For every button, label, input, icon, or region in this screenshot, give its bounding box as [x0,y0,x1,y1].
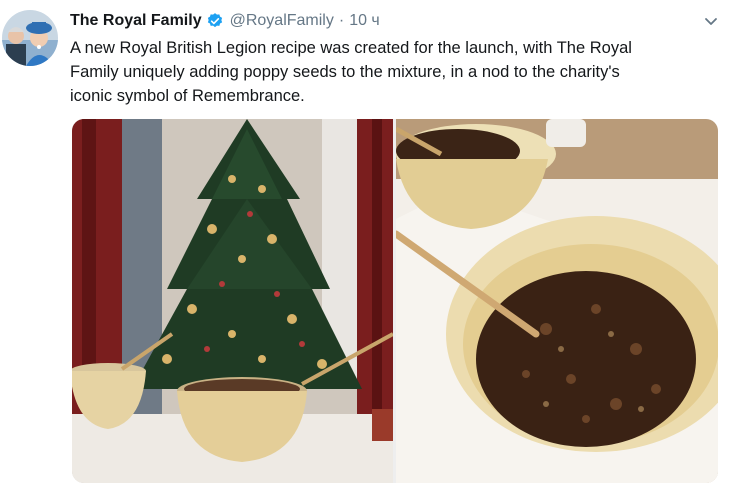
photo-christmas-tree[interactable] [72,119,393,483]
separator-dot: · [338,12,345,29]
tweet[interactable]: The Royal Family @RoyalFamily · 10 ч A n… [0,0,730,486]
tweet-text-line: A new Royal British Legion recipe was cr… [70,39,632,57]
tweet-text: A new Royal British Legion recipe was cr… [70,36,720,108]
tweet-header: The Royal Family @RoyalFamily · 10 ч [70,10,380,32]
tweet-text-line: iconic symbol of Remembrance. [70,87,305,105]
tweet-timestamp[interactable]: 10 ч [349,12,380,30]
avatar[interactable] [2,10,58,66]
user-handle[interactable]: @RoyalFamily [230,12,334,30]
tweet-media [72,119,718,483]
avatar-image [2,10,58,66]
display-name[interactable]: The Royal Family [70,12,202,30]
photo-pudding-mixture[interactable] [396,119,718,483]
tweet-text-line: Family uniquely adding poppy seeds to th… [70,63,620,81]
chevron-down-icon[interactable] [702,12,720,30]
verified-badge-icon [206,12,224,30]
